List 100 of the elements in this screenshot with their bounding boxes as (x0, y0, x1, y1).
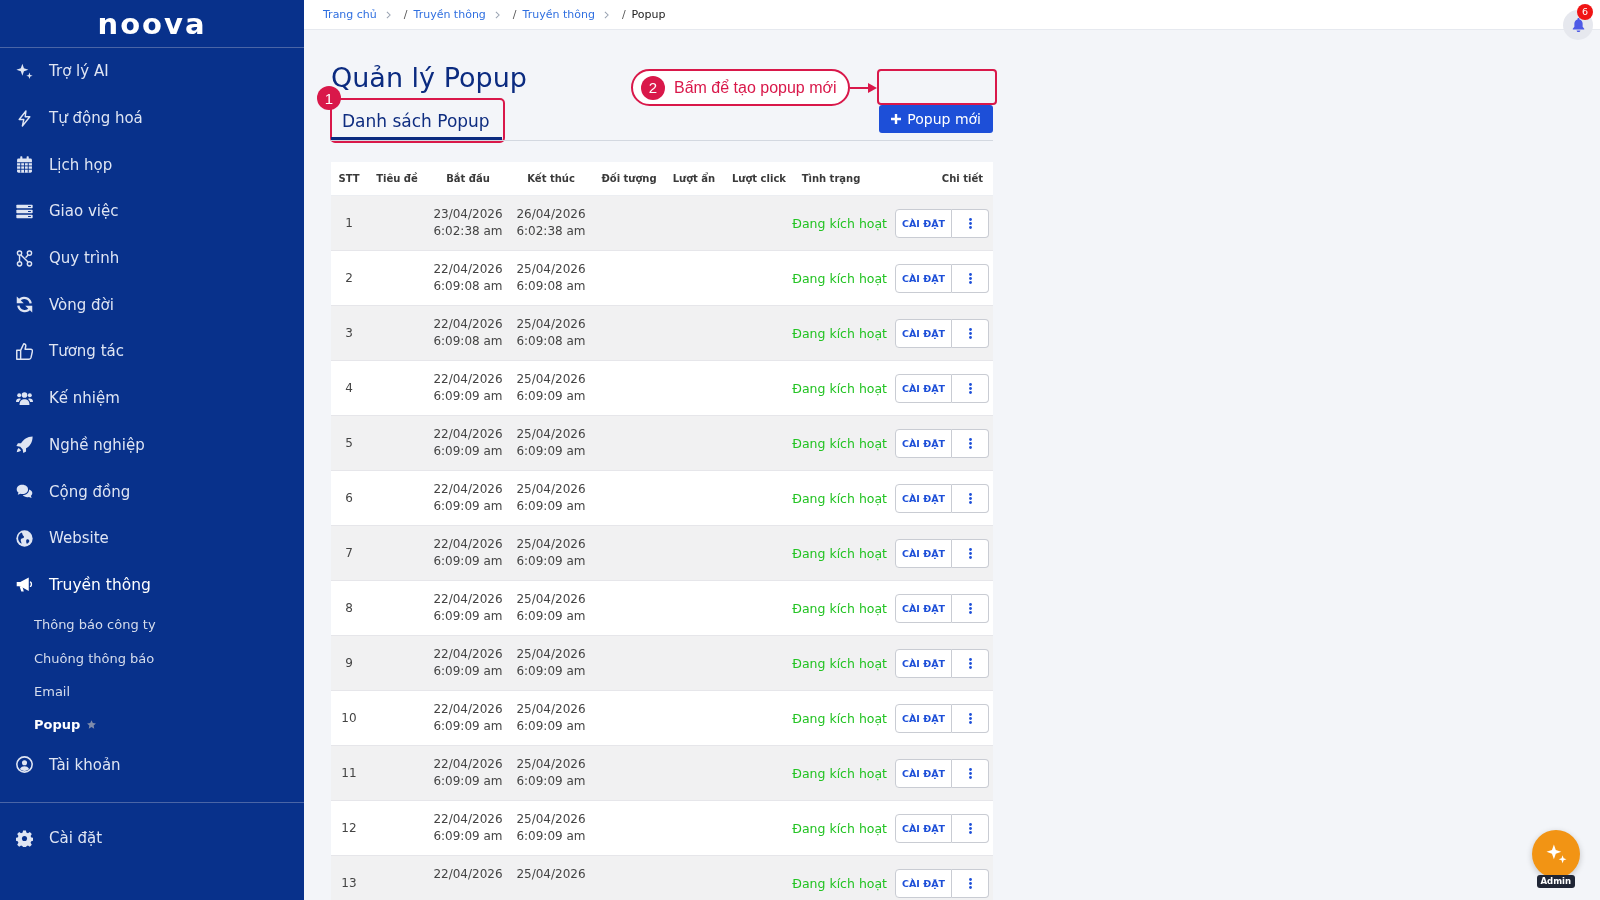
sidebar-item[interactable]: Website (0, 514, 304, 562)
status-text: Đang kích hoạt (792, 435, 888, 451)
vertical-dots-icon (968, 712, 972, 724)
step-badge: 2 (641, 75, 665, 100)
more-button[interactable] (952, 538, 989, 568)
table-cell-text: 22/04/2026 (433, 866, 503, 883)
chevron-right-icon (494, 10, 500, 19)
step-badge: 1 (317, 86, 341, 110)
table-cell: 25/04/2026 6:09:09 am (516, 481, 586, 516)
settings-button[interactable]: CÀI ĐẶT (895, 868, 952, 898)
table-cell: 23/04/2026 6:02:38 am (433, 206, 503, 241)
vertical-dots-icon (968, 657, 972, 669)
table-cell: 22/04/2026 6:09:09 am (433, 371, 503, 406)
more-button[interactable] (952, 703, 989, 733)
sidebar-item[interactable]: Truyền thông (0, 561, 304, 609)
sidebar-item[interactable]: Tài khoản (0, 741, 304, 789)
breadcrumb-link[interactable]: Truyền thông (522, 8, 595, 21)
column-header: Tiêu đề (376, 173, 418, 184)
table-cell: 25/04/2026 6:09:09 am (516, 371, 586, 406)
breadcrumb-link[interactable]: Trang chủ (323, 8, 377, 21)
table-cell: 25/04/2026 6:09:08 am (516, 261, 586, 296)
status-text: Đang kích hoạt (792, 545, 888, 561)
breadcrumb-separator: / (621, 8, 626, 21)
breadcrumb-current: Popup (631, 8, 666, 21)
sidebar-subitem[interactable]: Chuông thông báo (0, 641, 304, 675)
more-button[interactable] (952, 263, 989, 293)
table-cell: 2 (345, 271, 353, 285)
table-cell: 4 (345, 381, 353, 395)
table-cell: 22/04/2026 6:09:09 am (433, 646, 503, 681)
sidebar-subitem[interactable]: Thông báo công ty (0, 608, 304, 642)
sidebar-item[interactable]: Giao việc (0, 188, 304, 235)
users-icon (16, 389, 33, 407)
settings-button[interactable]: CÀI ĐẶT (895, 813, 952, 843)
vertical-dots-icon (968, 382, 972, 394)
sidebar-item[interactable]: Trợ lý AI (0, 48, 304, 95)
sidebar-item[interactable]: Tương tác (0, 328, 304, 375)
rocket-icon (16, 436, 33, 454)
table-cell: 3 (345, 326, 353, 340)
settings-button[interactable]: CÀI ĐẶT (895, 593, 952, 623)
table-cell: 22/04/2026 6:09:09 am (433, 701, 503, 736)
table-cell: 22/04/2026 6:09:09 am (433, 591, 503, 626)
more-button[interactable] (952, 593, 989, 623)
more-button[interactable] (952, 868, 989, 898)
settings-button[interactable]: CÀI ĐẶT (895, 483, 952, 513)
table-cell: 12 (341, 821, 357, 835)
vertical-dots-icon (968, 272, 972, 284)
sidebar-subitem[interactable]: Email (0, 674, 304, 709)
more-button[interactable] (952, 318, 989, 348)
globe-icon (16, 529, 33, 547)
settings-button[interactable]: CÀI ĐẶT (895, 538, 952, 568)
role-label: Admin (1536, 875, 1575, 888)
table-cell: 8 (345, 601, 353, 615)
more-button[interactable] (952, 483, 989, 513)
table-cell: 5 (345, 436, 353, 450)
tab[interactable]: Danh sách Popup (331, 111, 502, 140)
new-popup-button[interactable]: Popup mới (879, 105, 993, 133)
settings-icon (16, 829, 33, 847)
table-cell: 25/04/2026 6:09:09 am (516, 591, 586, 626)
sidebar-item[interactable]: Quy trình (0, 234, 304, 282)
settings-button[interactable]: CÀI ĐẶT (895, 703, 952, 733)
vertical-dots-icon (968, 327, 972, 339)
thumbs-up-icon (16, 342, 33, 360)
settings-button[interactable]: CÀI ĐẶT (895, 318, 952, 348)
more-button[interactable] (952, 373, 989, 403)
settings-button[interactable]: CÀI ĐẶT (895, 373, 952, 403)
vertical-dots-icon (968, 602, 972, 614)
settings-button[interactable]: CÀI ĐẶT (895, 428, 952, 458)
table-cell: 26/04/2026 6:02:38 am (516, 206, 586, 241)
table-cell: 25/04/2026 6:09:09 am (516, 811, 586, 846)
sidebar-item[interactable]: Vòng đời (0, 281, 304, 329)
calendar-icon (16, 156, 33, 174)
sidebar-item[interactable]: Tự động hoá (0, 94, 304, 142)
sidebar-item[interactable]: Cộng đồng (0, 468, 304, 515)
megaphone-icon (16, 576, 33, 594)
table-cell: 25/04/2026 6:09:09 am (516, 426, 586, 461)
table-cell: 22/04/2026 6:09:09 am (433, 426, 503, 461)
settings-button[interactable]: CÀI ĐẶT (895, 208, 952, 238)
vertical-dots-icon (968, 822, 972, 834)
sparkle-icon (1545, 844, 1567, 864)
user-circle-icon (16, 756, 33, 774)
breadcrumb-link[interactable]: Truyền thông (413, 8, 486, 21)
sidebar-item[interactable]: Lịch họp (0, 141, 304, 189)
sidebar-subitem[interactable]: Popup (0, 708, 304, 742)
assistant-button[interactable] (1532, 830, 1580, 878)
sidebar-item[interactable]: Nghề nghiệp (0, 421, 304, 469)
column-header: Kết thúc (527, 173, 575, 184)
settings-button[interactable]: CÀI ĐẶT (895, 758, 952, 788)
settings-button[interactable]: CÀI ĐẶT (895, 648, 952, 678)
more-button[interactable] (952, 758, 989, 788)
more-button[interactable] (952, 428, 989, 458)
settings-button[interactable]: CÀI ĐẶT (895, 263, 952, 293)
bell-icon (1571, 18, 1585, 32)
more-button[interactable] (952, 813, 989, 843)
status-text: Đang kích hoạt (792, 710, 888, 726)
column-header: Chi tiết (941, 173, 983, 184)
status-text: Đang kích hoạt (792, 325, 888, 341)
more-button[interactable] (952, 648, 989, 678)
sidebar-item[interactable]: Kế nhiệm (0, 374, 304, 422)
sidebar-item[interactable]: Cài đặt (0, 815, 304, 862)
more-button[interactable] (952, 208, 989, 238)
